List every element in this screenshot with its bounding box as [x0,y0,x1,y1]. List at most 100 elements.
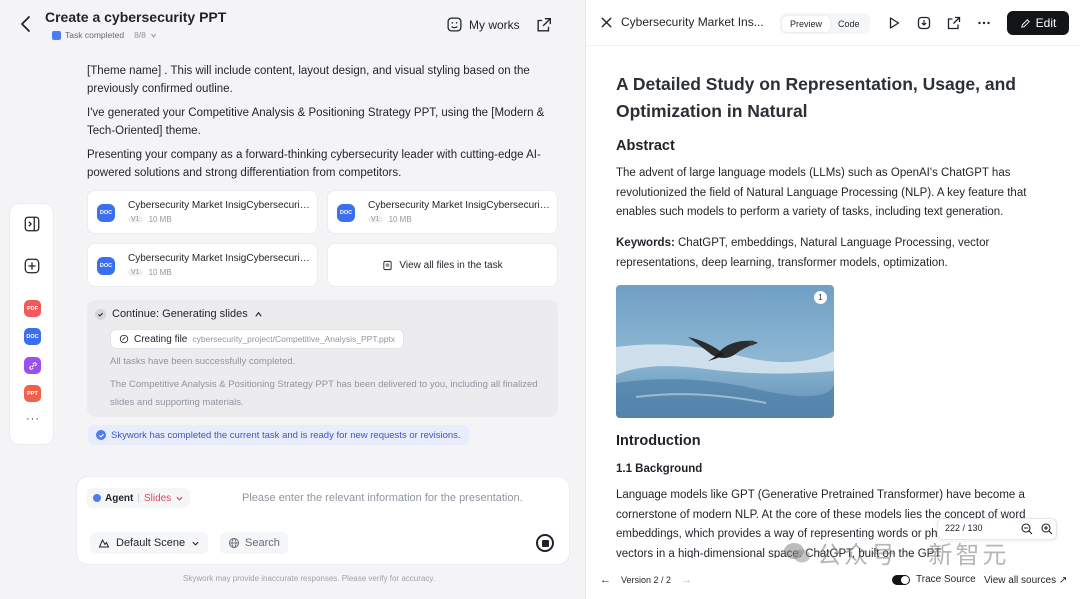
zoom-out-icon[interactable] [1020,522,1034,536]
file-size: 10 MB [148,215,172,224]
prompt-input[interactable] [242,489,562,507]
close-icon[interactable] [600,16,613,29]
task-count: 8/8 [134,30,146,40]
task-status-label: Task completed [65,30,125,40]
background-heading: 1.1 Background [616,463,703,475]
search-label: Search [245,537,280,549]
file-edit-icon [119,334,129,344]
page-total: 130 [967,523,983,533]
page-indicator: 222 / 130 [937,518,1057,540]
link-icon[interactable] [24,357,41,374]
scene-selector[interactable]: Default Scene [90,532,209,554]
stop-button[interactable] [536,534,554,552]
more-icon[interactable]: ··· [26,413,40,425]
file-card[interactable]: DOC Cybersecurity Market InsigCybersecur… [87,190,318,234]
trace-source-toggle[interactable] [892,574,910,585]
preview-footer: ← Version 2 / 2 → Trace Source View all … [586,564,1080,599]
file-name: Cybersecurity Market InsigCybersecurity … [368,200,550,211]
chevron-down-icon [150,33,156,38]
version-label: Version 2 / 2 [621,575,672,585]
bird-over-water-image [616,285,834,418]
message-text: I've generated your Competitive Analysis… [87,107,545,137]
share-icon[interactable] [535,16,553,34]
trace-source-label: Trace Source [916,574,976,585]
file-version: V1 [128,269,143,276]
agent-label: Agent [105,492,134,504]
doc-icon: DOC [337,204,355,222]
check-icon [95,308,106,320]
progress-summary-text: The Competitive Analysis & Positioning S… [110,379,538,408]
file-size: 10 MB [388,215,412,224]
zoom-in-icon[interactable] [1040,522,1054,536]
completion-notice: Skywork has completed the current task a… [88,425,469,445]
pencil-icon [1020,18,1030,28]
agent-mode-selector[interactable]: Agent | Slides [87,488,191,508]
download-icon[interactable] [916,15,932,31]
chevron-down-icon [176,496,183,501]
file-card[interactable]: DOC Cybersecurity Market InsigCybersecur… [327,190,558,234]
play-icon[interactable] [886,15,902,31]
introduction-heading: Introduction [616,433,701,449]
file-size: 10 MB [148,268,172,277]
arrow-up-right-icon: ↗ [1058,575,1068,586]
works-icon [447,17,462,32]
bird-photo: 1 [616,285,834,418]
doc-icon: DOC [97,204,115,222]
my-works-button[interactable]: My works [446,16,520,33]
progress-toggle[interactable]: Continue: Generating slides [95,308,263,320]
agent-dot-icon [93,494,101,502]
more-options-icon[interactable] [976,15,992,31]
chat-pane: Create a cybersecurity PPT Task complete… [0,0,585,599]
scene-icon [98,538,110,548]
next-version-icon[interactable]: → [681,574,692,586]
preview-pane: Cybersecurity Market Ins... Preview Code… [585,0,1080,599]
view-mode-toggle: Preview Code [780,13,870,34]
progress-heading: Continue: Generating slides [112,308,248,320]
globe-icon [229,538,239,548]
scene-label: Default Scene [116,537,186,549]
file-version: V1 [368,216,383,223]
back-arrow-icon[interactable] [16,14,36,34]
task-status-badge[interactable]: Task completed 8/8 [52,30,157,40]
chevron-down-icon [192,541,199,546]
abstract-text: The advent of large language models (LLM… [616,167,1027,218]
doc-file-badge[interactable]: DOC [24,328,41,345]
page-number: 222 / 130 [945,523,983,533]
creating-file-chip[interactable]: Creating file cybersecurity_project/Comp… [110,329,405,349]
file-name: Cybersecurity Market InsigCybersecurity … [128,253,310,264]
files-icon [383,260,393,270]
page-title: Create a cybersecurity PPT [45,9,227,25]
ppt-file-badge[interactable]: PPT [24,385,41,402]
chevron-up-icon [255,311,262,317]
tool-strip: PDF DOC PPT ··· [9,203,54,445]
doc-icon: DOC [97,257,115,275]
view-sources-label: View all sources [984,575,1057,586]
task-icon [52,30,61,40]
tab-code[interactable]: Code [830,16,868,32]
creating-path: cybersecurity_project/Competitive_Analys… [192,334,396,344]
task-progress-panel: Continue: Generating slides Creating fil… [87,300,558,417]
chat-header: Create a cybersecurity PPT Task complete… [0,0,585,50]
pdf-file-badge[interactable]: PDF [24,300,41,317]
image-index-badge: 1 [814,291,827,304]
file-name: Cybersecurity Market InsigCybersecurity … [128,200,310,211]
message-composer: Agent | Slides Default Scene Search [76,476,570,565]
document-title: Cybersecurity Market Ins... [621,15,764,29]
new-task-icon[interactable] [23,257,41,275]
view-all-files-button[interactable]: View all files in the task [327,243,558,287]
message-text: [Theme name] . This will include content… [87,65,530,95]
file-card[interactable]: DOC Cybersecurity Market InsigCybersecur… [87,243,318,287]
sidebar-toggle-icon[interactable] [23,215,41,233]
keywords-paragraph: Keywords: ChatGPT, embeddings, Natural L… [616,234,1056,273]
tab-preview[interactable]: Preview [782,15,831,32]
creating-label: Creating file [134,333,188,345]
file-version: V1 [128,216,143,223]
mode-label: Slides [143,492,172,504]
open-external-icon[interactable] [946,15,962,31]
view-all-sources-link[interactable]: View all sources ↗ [984,575,1067,586]
keywords-label: Keywords: [616,237,675,249]
prev-version-icon[interactable]: ← [600,574,611,586]
abstract-heading: Abstract [616,138,675,154]
search-toggle[interactable]: Search [220,532,288,554]
edit-button[interactable]: Edit [1007,11,1069,35]
